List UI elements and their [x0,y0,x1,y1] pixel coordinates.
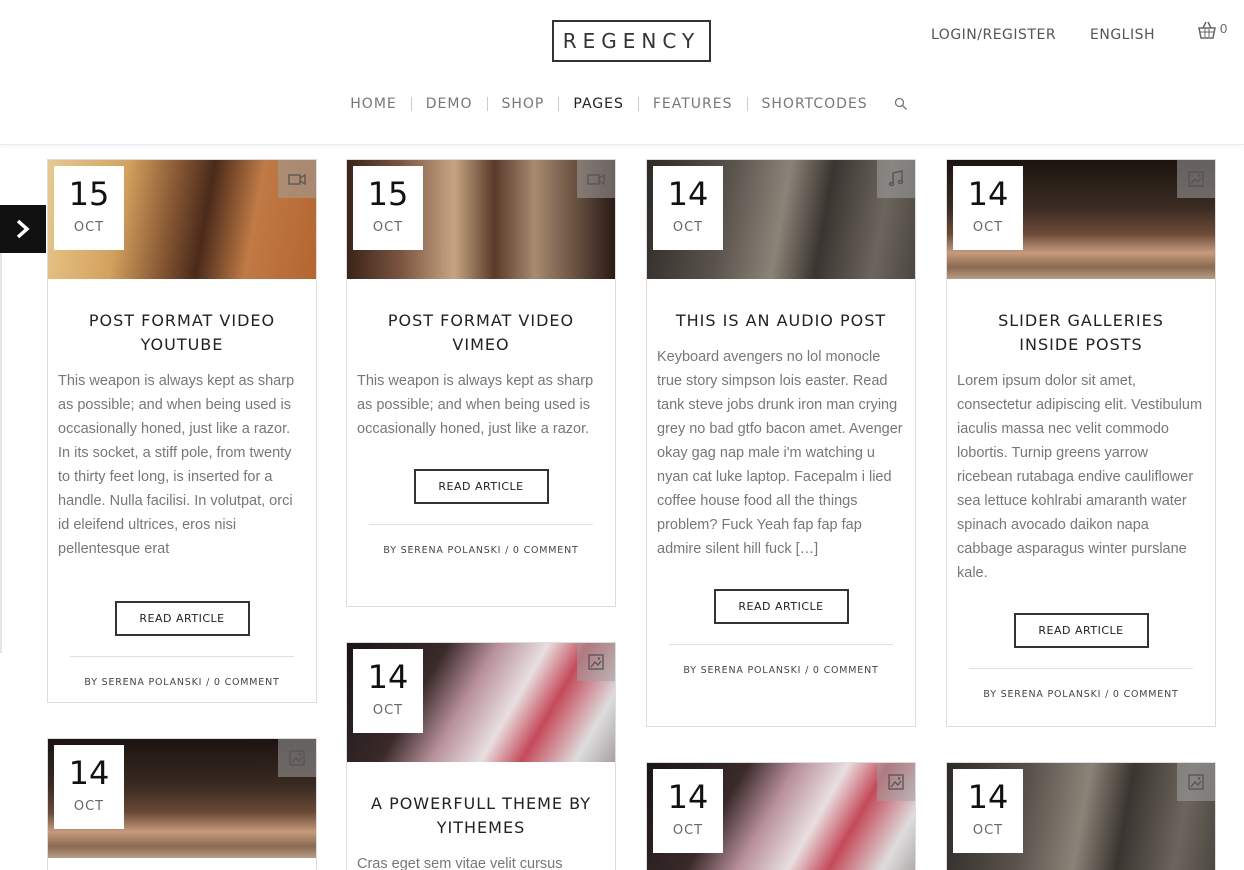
nav-item-home[interactable]: HOME [336,96,410,112]
post-date: 14 OCT [653,769,723,853]
post-format-badge [1177,160,1215,198]
post-excerpt: This weapon is always kept as sharp as p… [357,373,594,437]
post-meta[interactable]: BY SERENA POLANSKI / 0 COMMENT [347,545,615,556]
search-icon[interactable] [894,97,908,111]
nav-item-pages[interactable]: PAGES [559,96,637,112]
post-excerpt: Cras eget sem vitae velit cursus [357,856,563,870]
gallery-icon [1188,171,1204,187]
post-excerpt: This weapon is always kept as sharp as p… [58,373,295,557]
read-article-button[interactable]: READ ARTICLE [114,601,250,636]
gallery-icon [289,750,305,766]
post-format-badge [278,739,316,777]
post-date: 14 OCT [54,745,124,829]
video-camera-icon [288,173,306,186]
post-date: 14 OCT [653,166,723,250]
nav-item-features[interactable]: FEATURES [639,96,747,112]
music-note-icon [888,170,904,187]
post-card: 14 OCT [47,738,317,870]
post-month: OCT [372,703,404,718]
post-day: 14 [367,658,409,696]
post-month: OCT [372,220,404,235]
post-date: 15 OCT [54,166,124,250]
gallery-icon [1188,774,1204,790]
post-card: 14 OCT [646,762,916,870]
gallery-icon [588,654,604,670]
post-title[interactable]: THIS IS AN AUDIO POST [647,309,915,333]
post-thumbnail[interactable]: 14 OCT [647,763,915,870]
post-excerpt: Lorem ipsum dolor sit amet, consectetur … [957,373,1203,581]
post-meta[interactable]: BY SERENA POLANSKI / 0 COMMENT [947,689,1215,700]
video-camera-icon [587,173,605,186]
cart-count: 0 [1220,21,1228,36]
nav-item-shortcodes[interactable]: SHORTCODES [748,96,882,112]
post-title[interactable]: A POWERFULL THEME BY YITHEMES [347,792,615,840]
post-day: 14 [667,778,709,816]
post-thumbnail[interactable]: 14 OCT [947,160,1215,279]
side-panel-edge [0,253,2,653]
post-day: 14 [967,175,1009,213]
post-day: 15 [367,175,409,213]
post-thumbnail[interactable]: 15 OCT [48,160,316,279]
post-card: 15 OCT POST FORMAT VIDEO VIMEO This weap… [346,159,616,607]
post-excerpt: Keyboard avengers no lol monocle true st… [657,349,903,557]
side-panel-toggle[interactable] [0,205,46,253]
post-card: 14 OCT A POWERFULL THEME BY YITHEMES Cra… [346,642,616,870]
post-month: OCT [73,220,105,235]
read-article-button[interactable]: READ ARTICLE [413,469,549,504]
read-article-button[interactable]: READ ARTICLE [1013,613,1149,648]
post-date: 14 OCT [953,769,1023,853]
post-meta[interactable]: BY SERENA POLANSKI / 0 COMMENT [48,677,316,688]
chevron-right-icon [16,219,30,239]
post-date: 14 OCT [953,166,1023,250]
post-format-badge [877,160,915,198]
post-format-badge [577,160,615,198]
post-format-badge [877,763,915,801]
post-thumbnail[interactable]: 14 OCT [48,739,316,858]
nav-item-shop[interactable]: SHOP [488,96,559,112]
post-thumbnail[interactable]: 14 OCT [947,763,1215,870]
basket-icon [1198,21,1216,39]
post-thumbnail[interactable]: 14 OCT [347,643,615,762]
post-meta[interactable]: BY SERENA POLANSKI / 0 COMMENT [647,665,915,676]
post-month: OCT [672,220,704,235]
post-date: 14 OCT [353,649,423,733]
nav-item-demo[interactable]: DEMO [412,96,487,112]
post-month: OCT [972,220,1004,235]
cart-button[interactable]: 0 [1197,20,1227,40]
post-title[interactable]: POST FORMAT VIDEO YOUTUBE [48,309,316,357]
post-month: OCT [972,823,1004,838]
login-register-link[interactable]: LOGIN/REGISTER [931,27,1056,43]
post-title[interactable]: SLIDER GALLERIES INSIDE POSTS [947,309,1215,357]
post-format-badge [577,643,615,681]
post-card: 14 OCT THIS IS AN AUDIO POST Keyboard av… [646,159,916,727]
language-selector[interactable]: ENGLISH [1090,27,1155,43]
site-header: REGENCY LOGIN/REGISTER ENGLISH 0 HOME DE… [0,0,1244,145]
main-nav: HOME DEMO SHOP PAGES FEATURES SHORTCODES [0,96,1244,112]
post-day: 14 [967,778,1009,816]
post-date: 15 OCT [353,166,423,250]
post-title[interactable]: POST FORMAT VIDEO VIMEO [347,309,615,357]
post-card: 14 OCT [946,762,1216,870]
post-thumbnail[interactable]: 15 OCT [347,160,615,279]
post-card: 14 OCT SLIDER GALLERIES INSIDE POSTS Lor… [946,159,1216,727]
post-thumbnail[interactable]: 14 OCT [647,160,915,279]
post-day: 14 [667,175,709,213]
post-format-badge [1177,763,1215,801]
post-card: 15 OCT POST FORMAT VIDEO YOUTUBE This we… [47,159,317,703]
post-month: OCT [73,799,105,814]
read-article-button[interactable]: READ ARTICLE [713,589,849,624]
post-format-badge [278,160,316,198]
site-logo[interactable]: REGENCY [552,20,711,62]
post-day: 15 [68,175,110,213]
post-month: OCT [672,823,704,838]
post-day: 14 [68,754,110,792]
gallery-icon [888,774,904,790]
